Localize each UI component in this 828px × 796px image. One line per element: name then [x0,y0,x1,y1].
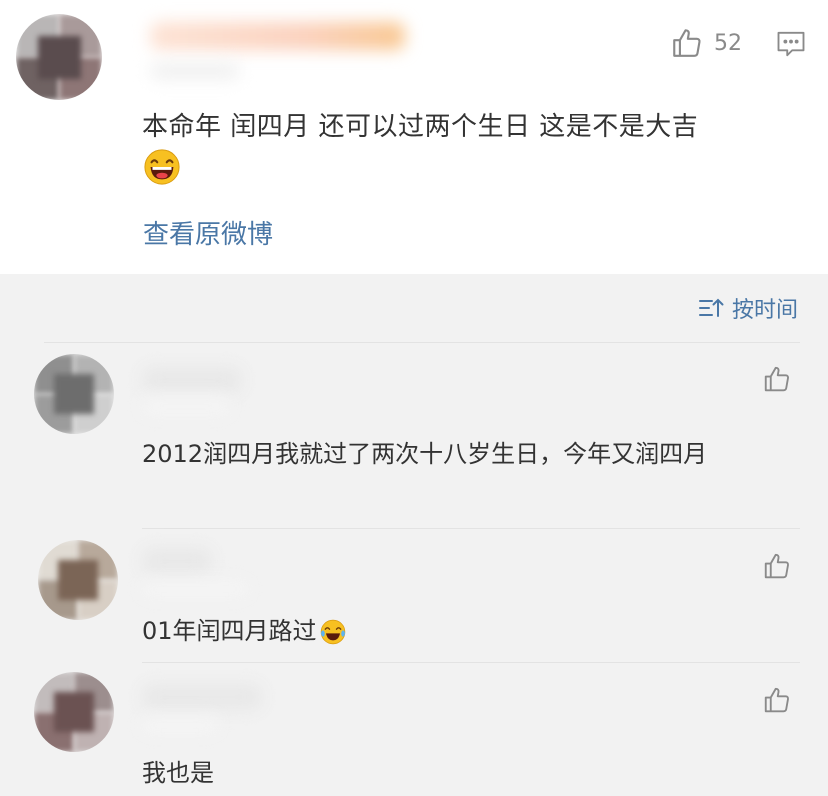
sort-label: 按时间 [731,298,798,323]
reply-username-blurred-extra [140,580,250,598]
reply-text: 我也是 [142,759,214,787]
reply-username-blurred[interactable] [142,684,262,710]
avatar[interactable] [16,14,102,100]
reply-text: 01年闰四月路过 [142,617,317,645]
thumbs-up-icon[interactable] [762,551,792,581]
divider [44,342,800,343]
like-count: 52 [714,30,742,56]
divider [142,662,800,663]
reply-username-blurred[interactable] [142,548,212,574]
reply-avatar[interactable] [34,354,114,434]
sort-by-time-button[interactable]: 按时间 [698,292,798,324]
comment-button[interactable] [776,30,806,62]
thumbs-up-icon[interactable] [762,685,792,715]
original-post-card: 52 本命年 闰四月 还可以过两个生日 这是不是大吉 查看原微博 [0,0,828,274]
sort-icon [698,298,724,317]
user-subtitle-blurred [150,62,240,80]
crying-laughing-emoji [320,619,345,645]
reply-username-blurred[interactable] [142,367,242,393]
laughing-emoji [144,149,180,185]
username-blurred[interactable] [150,22,405,50]
reply-avatar[interactable] [34,672,114,752]
like-button[interactable]: 52 [670,26,742,60]
reply-text-row: 01年闰四月路过 [142,610,782,652]
reply-username-blurred-extra [140,396,232,416]
thumbs-up-icon [673,29,701,57]
reply-text: 2012润四月我就过了两次十八岁生日，今年又润四月 [142,440,708,468]
post-text: 本命年 闰四月 还可以过两个生日 这是不是大吉 [142,112,699,142]
thumbs-up-icon[interactable] [762,364,792,394]
divider [142,528,800,529]
reply-avatar[interactable] [38,540,118,620]
comment-icon [777,31,805,57]
view-original-link[interactable]: 查看原微博 [143,214,273,251]
reply-username-blurred-extra [140,716,220,734]
